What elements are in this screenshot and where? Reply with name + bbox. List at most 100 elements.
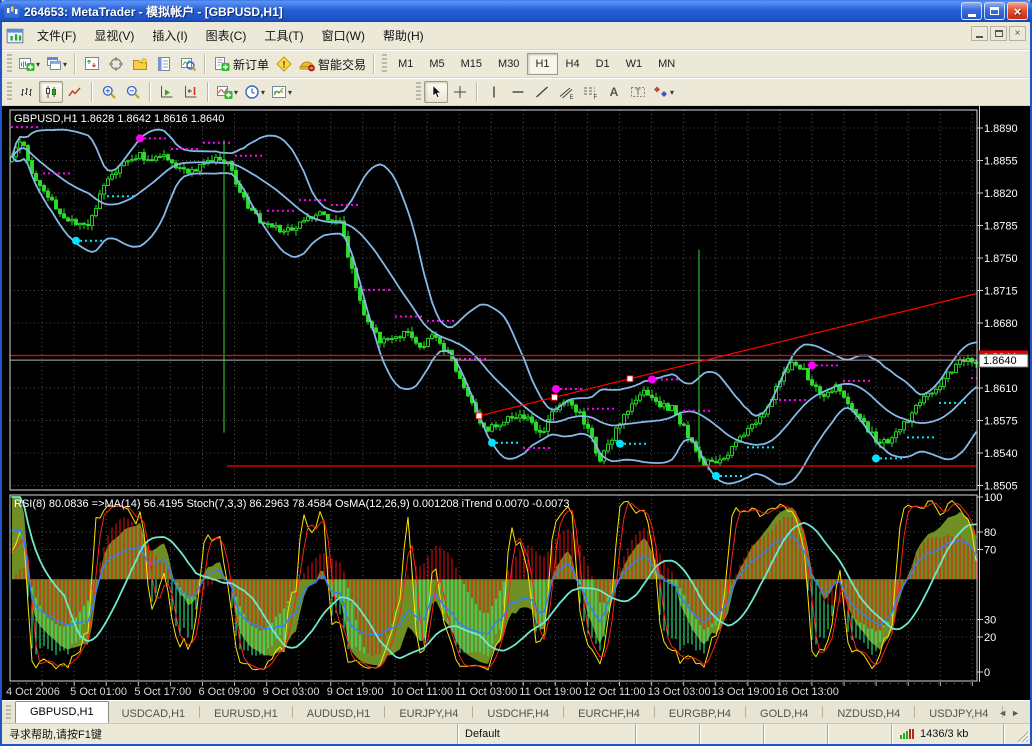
toolbar-gripper[interactable]: [416, 82, 421, 102]
arrows-button[interactable]: ▾: [650, 81, 677, 103]
child-minimize-button[interactable]: [971, 26, 988, 41]
tab-eurgbp-h4[interactable]: EURGBP,H4: [656, 704, 744, 724]
menu-window[interactable]: 窗口(W): [313, 22, 374, 49]
timeframe-m15[interactable]: M15: [453, 53, 490, 75]
price-tick-label: 1.8505: [984, 481, 1018, 493]
chart-canvas[interactable]: 1.88901.88551.88201.87851.87501.87151.86…: [2, 106, 1030, 700]
status-bar: 寻求帮助,请按F1键 Default 1436/3 kb: [2, 723, 1030, 744]
menu-tools[interactable]: 工具(T): [255, 22, 312, 49]
crosshair-icon: [452, 84, 468, 100]
toolbar-separator: [373, 54, 375, 74]
text-button[interactable]: A: [602, 81, 626, 103]
timeframe-m30[interactable]: M30: [490, 53, 527, 75]
tab-gbpusd-h1[interactable]: GBPUSD,H1: [15, 701, 109, 723]
time-tick-label: 9 Oct 19:00: [327, 686, 384, 698]
tab-nzdusd-h4[interactable]: NZDUSD,H4: [824, 704, 913, 724]
cursor-button[interactable]: [424, 81, 448, 103]
svg-text:E: E: [570, 95, 574, 100]
minimize-button[interactable]: [961, 2, 982, 20]
strategy-tester-button[interactable]: [176, 53, 200, 75]
new-chart-button[interactable]: ▾: [15, 53, 43, 75]
timeframe-h1[interactable]: H1: [527, 53, 557, 75]
status-help: 寻求帮助,请按F1键: [2, 724, 458, 744]
minimize-icon: [968, 14, 976, 17]
menu-charts[interactable]: 图表(C): [197, 22, 256, 49]
tab-eurjpy-h4[interactable]: EURJPY,H4: [386, 704, 471, 724]
dropdown-icon: ▾: [261, 88, 265, 97]
timeframe-h4[interactable]: H4: [558, 53, 588, 75]
menu-insert[interactable]: 插入(I): [143, 22, 196, 49]
tab-usdchf-h4[interactable]: USDCHF,H4: [474, 704, 562, 724]
toolbar-gripper[interactable]: [382, 54, 387, 74]
close-button[interactable]: ×: [1007, 2, 1028, 20]
indicators-icon: [216, 84, 233, 100]
navigator-button[interactable]: [128, 53, 152, 75]
metaeditor-button[interactable]: !: [272, 53, 296, 75]
chart-tab-bar: GBPUSD,H1 USDCAD,H1 EURUSD,H1 AUDUSD,H1 …: [2, 700, 1030, 723]
chart-shift-button[interactable]: [179, 81, 203, 103]
expert-advisors-button[interactable]: 智能交易: [296, 53, 369, 75]
horizontal-line-button[interactable]: [506, 81, 530, 103]
data-window-button[interactable]: [104, 53, 128, 75]
templates-icon: [271, 84, 287, 100]
terminal-button[interactable]: [152, 53, 176, 75]
child-minimize-icon: [976, 36, 983, 38]
fibonacci-button[interactable]: F: [578, 81, 602, 103]
templates-button[interactable]: ▾: [268, 81, 295, 103]
trendline-anchor: [476, 413, 482, 419]
tab-audusd-h1[interactable]: AUDUSD,H1: [294, 704, 384, 724]
time-tick-label: 13 Oct 19:00: [712, 686, 775, 698]
timeframe-m1[interactable]: M1: [390, 53, 421, 75]
svg-text:F: F: [594, 95, 598, 100]
equidistant-channel-button[interactable]: E: [554, 81, 578, 103]
title-bar[interactable]: 264653: MetaTrader - 模拟帐户 - [GBPUSD,H1] …: [0, 0, 1032, 22]
text-label-icon: T: [630, 84, 646, 100]
tab-scroll-arrows[interactable]: ◄►: [998, 708, 1024, 718]
new-order-button[interactable]: 新订单: [210, 53, 272, 75]
tab-eurusd-h1[interactable]: EURUSD,H1: [201, 704, 291, 724]
status-profile[interactable]: Default: [458, 724, 636, 744]
price-tick-label: 1.8575: [984, 416, 1018, 428]
menu-file[interactable]: 文件(F): [28, 22, 85, 49]
toolbar-gripper[interactable]: [7, 54, 12, 74]
auto-scroll-button[interactable]: [155, 81, 179, 103]
time-tick-label: 10 Oct 11:00: [391, 686, 453, 698]
crosshair-button[interactable]: [448, 81, 472, 103]
bar-chart-button[interactable]: [15, 81, 39, 103]
child-restore-button[interactable]: [990, 26, 1007, 41]
profiles-button[interactable]: ▾: [43, 53, 70, 75]
market-watch-button[interactable]: [80, 53, 104, 75]
tab-eurchf-h4[interactable]: EURCHF,H4: [565, 704, 653, 724]
zoom-in-button[interactable]: [97, 81, 121, 103]
menu-view[interactable]: 显视(V): [85, 22, 143, 49]
maximize-button[interactable]: [984, 2, 1005, 20]
timeframe-m5[interactable]: M5: [421, 53, 452, 75]
time-tick-label: 5 Oct 01:00: [70, 686, 127, 698]
child-close-button[interactable]: ×: [1009, 26, 1026, 41]
timeframe-w1[interactable]: W1: [618, 53, 651, 75]
trendline-button[interactable]: [530, 81, 554, 103]
tab-gold-h4[interactable]: GOLD,H4: [747, 704, 821, 724]
toolbar-gripper[interactable]: [7, 82, 12, 102]
vertical-line-button[interactable]: [482, 81, 506, 103]
timeframe-mn[interactable]: MN: [650, 53, 683, 75]
timeframe-d1[interactable]: D1: [588, 53, 618, 75]
resize-grip[interactable]: [1016, 730, 1030, 744]
charts-toolbar: ▾ ▾ ▾ E F A T ▾: [2, 78, 1030, 106]
chart-window-icon[interactable]: [6, 27, 24, 45]
toolbar-separator: [204, 54, 206, 74]
candlestick-chart-button[interactable]: [39, 81, 63, 103]
tab-usdjpy-h4[interactable]: USDJPY,H4: [916, 704, 1001, 724]
tabbar-gripper[interactable]: [6, 705, 11, 721]
dropdown-icon: ▾: [63, 60, 67, 69]
periods-button[interactable]: ▾: [241, 81, 268, 103]
indicator-tick-label: 70: [984, 545, 996, 557]
zoom-out-button[interactable]: [121, 81, 145, 103]
tab-usdcad-h1[interactable]: USDCAD,H1: [109, 704, 199, 724]
menu-help[interactable]: 帮助(H): [374, 22, 433, 49]
line-chart-button[interactable]: [63, 81, 87, 103]
trendline-icon: [534, 84, 550, 100]
tab-separator: [199, 706, 200, 718]
text-label-button[interactable]: T: [626, 81, 650, 103]
indicators-button[interactable]: ▾: [213, 81, 241, 103]
